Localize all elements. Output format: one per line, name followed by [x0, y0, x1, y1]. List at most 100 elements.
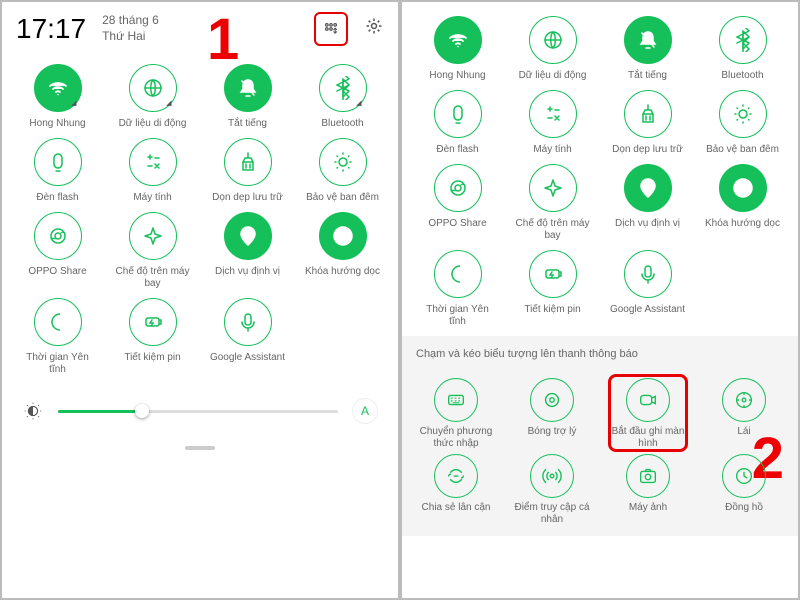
qs-tile[interactable]: Chế độ trên máy bay [107, 212, 198, 290]
tile-label: Thời gian Yên tĩnh [418, 304, 498, 328]
flash-icon [34, 138, 82, 186]
qs-tile[interactable]: Dọn dẹp lưu trữ [602, 90, 693, 156]
globe-icon [529, 16, 577, 64]
qs-tile[interactable]: Chế độ trên máy bay [507, 164, 598, 242]
near-icon [434, 454, 478, 498]
qs-tile[interactable]: Bảo vệ ban đêm [297, 138, 388, 204]
qs-tile[interactable]: Điểm truy cập cá nhân [506, 454, 598, 526]
globe-icon: ◢ [129, 64, 177, 112]
qs-tile[interactable]: Dịch vụ định vị [602, 164, 693, 242]
brightness-icon [22, 400, 44, 422]
tile-label: Google Assistant [610, 304, 685, 316]
qs-tile[interactable]: Dịch vụ định vị [202, 212, 293, 290]
qs-grid-edit: Hong Nhung Dữ liệu di động Tắt tiếng Blueto… [402, 2, 798, 336]
drag-hint-text: Chạm và kéo biểu tượng lên thanh thông b… [416, 348, 784, 360]
qs-tile[interactable]: Lái [698, 378, 790, 450]
tile-label: Tiết kiệm pin [524, 304, 580, 316]
qs-grid: ◢Hong Nhung◢Dữ liệu di độngTắt tiếng◢Blu… [2, 56, 398, 384]
bell-icon [624, 16, 672, 64]
tile-label: Hong Nhung [29, 118, 85, 130]
share-icon [34, 212, 82, 260]
qs-tile[interactable]: ◢Hong Nhung [12, 64, 103, 130]
qs-tile[interactable]: Chuyển phương thức nhập [410, 378, 502, 450]
clock-time: 17:17 [16, 13, 86, 45]
bt-icon: ◢ [319, 64, 367, 112]
share-icon [434, 164, 482, 212]
tile-label: Bóng trợ lý [528, 426, 577, 438]
qs-tile[interactable]: Google Assistant [202, 298, 293, 376]
auto-brightness-toggle[interactable]: A [352, 398, 378, 424]
tile-label: Tắt tiếng [228, 118, 267, 130]
marker-1: 1 [207, 6, 239, 73]
hot-icon [530, 454, 574, 498]
tile-label: OPPO Share [28, 266, 86, 278]
qs-tile[interactable]: Máy tính [507, 90, 598, 156]
tile-label: Dọn dẹp lưu trữ [212, 192, 283, 204]
qs-tile[interactable]: Tiết kiệm pin [507, 250, 598, 328]
bat-icon [129, 298, 177, 346]
qs-tile[interactable]: Tắt tiếng [602, 16, 693, 82]
status-header: 17:17 28 tháng 6 Thứ Hai [2, 2, 398, 56]
brightness-slider[interactable]: A [2, 384, 398, 438]
qs-tile[interactable]: ◢Dữ liệu di động [107, 64, 198, 130]
qs-tile[interactable]: Máy ảnh [602, 454, 694, 526]
tile-label: Chế độ trên máy bay [113, 266, 193, 290]
available-tiles-grid: Chuyển phương thức nhập Bóng trợ lý Bắt đầ… [402, 368, 798, 536]
bell-icon [224, 64, 272, 112]
qs-tile[interactable]: Tiết kiệm pin [107, 298, 198, 376]
mic-icon [624, 250, 672, 298]
qs-tile[interactable]: Thời gian Yên tĩnh [12, 298, 103, 376]
qs-tile[interactable]: Máy tính [107, 138, 198, 204]
qs-tile[interactable]: Thời gian Yên tĩnh [412, 250, 503, 328]
panel-right: 2 Hong NhungDữ liệu di độngTắt tiếngBlue… [402, 2, 798, 598]
tile-label: OPPO Share [428, 218, 486, 230]
qs-tile[interactable]: Dữ liệu di động [507, 16, 598, 82]
settings-button[interactable] [364, 16, 384, 42]
tile-label: Bluetooth [321, 118, 363, 130]
tile-label: Đèn flash [436, 144, 478, 156]
tile-label: Dịch vụ định vị [615, 218, 680, 230]
tile-label: Tắt tiếng [628, 70, 667, 82]
night-icon [319, 138, 367, 186]
qs-tile[interactable]: OPPO Share [412, 164, 503, 242]
qs-tile[interactable]: ◢ Bluetooth [297, 64, 388, 130]
tile-label: Máy tính [533, 144, 571, 156]
tile-label: Thời gian Yên tĩnh [18, 352, 98, 376]
loc-icon [224, 212, 272, 260]
qs-tile[interactable]: Đèn flash [412, 90, 503, 156]
slider-track[interactable] [58, 410, 338, 413]
qs-tile[interactable]: Chia sẻ lân cận [410, 454, 502, 526]
lock-icon [319, 212, 367, 260]
qs-tile[interactable]: Tắt tiếng [202, 64, 293, 130]
moon-icon [434, 250, 482, 298]
drag-handle[interactable] [185, 446, 215, 450]
tile-label: Bảo vệ ban đêm [306, 192, 379, 204]
qs-tile[interactable]: Bluetooth [697, 16, 788, 82]
qs-tile[interactable]: Hong Nhung [412, 16, 503, 82]
tile-label: Chế độ trên máy bay [513, 218, 593, 242]
ball-icon [530, 378, 574, 422]
tile-label: Dữ liệu di động [519, 70, 587, 82]
tile-label: Bluetooth [721, 70, 763, 82]
clean-icon [624, 90, 672, 138]
qs-tile[interactable]: OPPO Share [12, 212, 103, 290]
qs-tile[interactable]: Google Assistant [602, 250, 693, 328]
tile-label: Hong Nhung [429, 70, 485, 82]
qs-tile[interactable]: Khóa hướng dọc [297, 212, 388, 290]
edit-tiles-button[interactable] [314, 12, 348, 46]
qs-tile[interactable]: Đồng hồ [698, 454, 790, 526]
calc-icon [129, 138, 177, 186]
tile-label: Máy ảnh [629, 502, 667, 514]
qs-tile[interactable]: Bóng trợ lý [506, 378, 598, 450]
tile-label: Máy tính [133, 192, 171, 204]
tile-label: Dịch vụ định vị [215, 266, 280, 278]
tile-label: Khóa hướng dọc [705, 218, 780, 230]
qs-tile[interactable]: Đèn flash [12, 138, 103, 204]
car-icon [722, 378, 766, 422]
tile-label: Google Assistant [210, 352, 285, 364]
qs-tile[interactable]: Khóa hướng dọc [697, 164, 788, 242]
qs-tile[interactable]: Dọn dẹp lưu trữ [202, 138, 293, 204]
qs-tile[interactable]: Bảo vệ ban đêm [697, 90, 788, 156]
kb-icon [434, 378, 478, 422]
qs-tile[interactable]: Bắt đầu ghi màn hình [602, 378, 694, 450]
